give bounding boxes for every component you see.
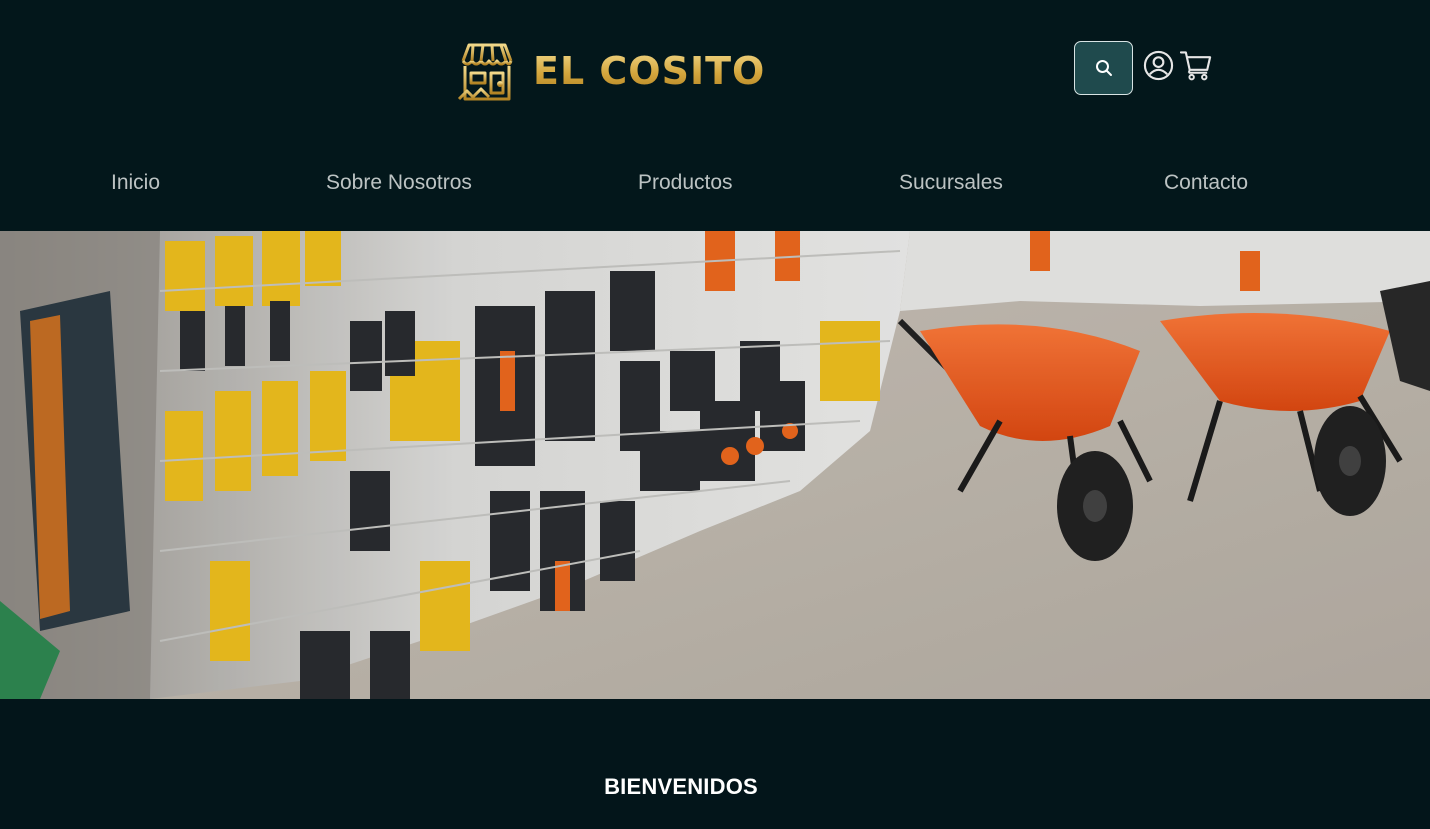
user-circle-icon[interactable]	[1143, 50, 1174, 81]
brand-logo[interactable]: EL COSITO	[455, 38, 765, 104]
hardware-store-photo	[0, 231, 1430, 699]
nav-item-contacto[interactable]: Contacto	[1164, 171, 1248, 195]
brand-name: EL COSITO	[533, 49, 766, 93]
nav-item-sobre-nosotros[interactable]: Sobre Nosotros	[326, 171, 472, 195]
search-button[interactable]	[1074, 41, 1133, 95]
nav-item-sucursales[interactable]: Sucursales	[899, 171, 1003, 195]
hero-image	[0, 231, 1430, 699]
site-header: EL COSITO Inicio Sobre Nosotros Producto…	[0, 0, 1430, 231]
welcome-heading: BIENVENIDOS	[604, 774, 758, 800]
search-icon	[1095, 60, 1112, 76]
shopping-cart-icon[interactable]	[1180, 49, 1213, 81]
nav-item-inicio[interactable]: Inicio	[111, 171, 160, 195]
nav-item-productos[interactable]: Productos	[638, 171, 733, 195]
storefront-logo-icon	[457, 43, 513, 101]
